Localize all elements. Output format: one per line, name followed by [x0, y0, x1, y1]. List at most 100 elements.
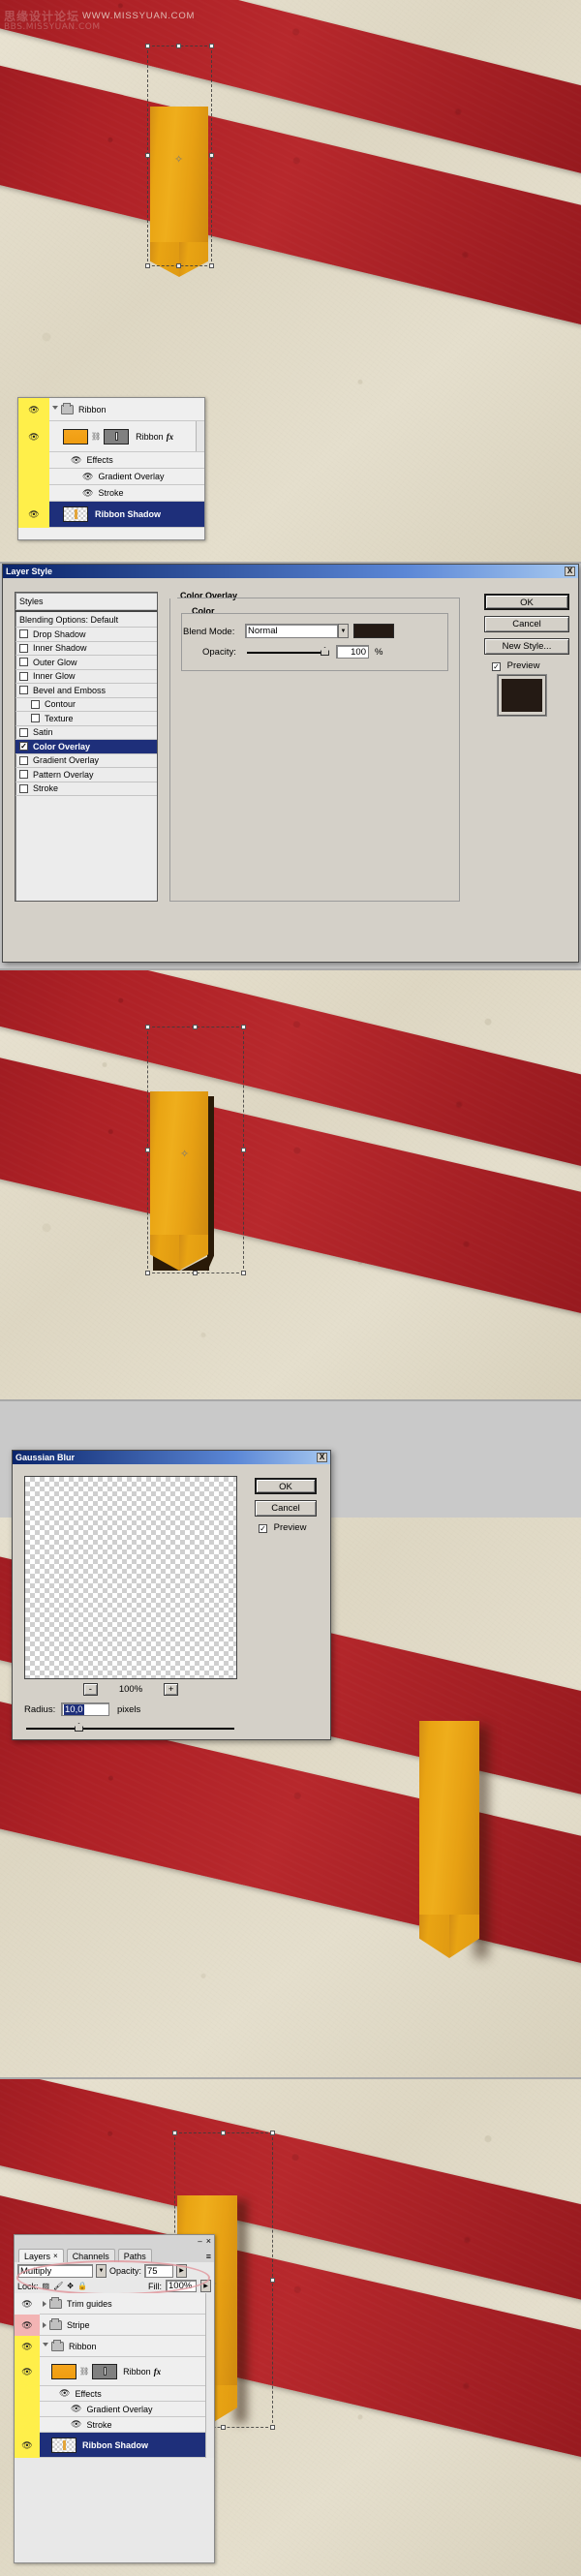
transform-handle[interactable] — [193, 1271, 198, 1275]
chevron-down-icon[interactable] — [52, 406, 58, 413]
tab-layers[interactable]: Layers × — [18, 2249, 64, 2262]
style-item-outer-glow[interactable]: Outer Glow — [15, 656, 157, 670]
checkbox-color-overlay[interactable]: ✓ — [19, 742, 28, 751]
transform-handle[interactable] — [176, 44, 181, 48]
panel-scrollbar[interactable] — [205, 2385, 214, 2402]
transform-handle[interactable] — [270, 2425, 275, 2430]
style-item-satin[interactable]: Satin — [15, 726, 157, 740]
eye-icon[interactable]: 👁 — [82, 472, 93, 482]
transform-handle[interactable] — [172, 2131, 177, 2135]
layer-thumbnail[interactable] — [51, 2437, 76, 2453]
eye-icon[interactable]: 👁 — [71, 455, 81, 466]
gaussian-blur-dialog[interactable]: Gaussian Blur X - 100% + Radius: 10,0 pi… — [12, 1450, 331, 1740]
transform-handle[interactable] — [270, 2278, 275, 2283]
eye-icon[interactable]: 👁 — [59, 2388, 70, 2399]
transform-handle[interactable] — [241, 1025, 246, 1029]
transform-handle[interactable] — [145, 263, 150, 268]
layer-row-ribbon[interactable]: ⛓ Ribbon fx — [49, 421, 204, 452]
color-swatch[interactable] — [353, 624, 394, 638]
layer-row-ribbon-group[interactable]: Ribbon — [40, 2335, 214, 2357]
opacity-slider[interactable] — [247, 647, 329, 656]
transform-handle[interactable] — [145, 44, 150, 48]
layer-visibility-toggle[interactable]: 👁 — [15, 2433, 40, 2458]
layer-visibility-toggle[interactable]: 👁 — [15, 2293, 40, 2315]
checkbox-bevel-emboss[interactable] — [19, 686, 28, 695]
fx-icon[interactable]: fx — [154, 2367, 162, 2377]
transform-handle[interactable] — [221, 2131, 226, 2135]
chevron-right-icon[interactable] — [43, 2321, 46, 2328]
style-item-pattern-overlay[interactable]: Pattern Overlay — [15, 768, 157, 782]
layer-row-ribbon-shadow[interactable]: Ribbon Shadow — [49, 502, 204, 528]
layer-row-gradient-overlay[interactable]: 👁 Gradient Overlay — [40, 2401, 214, 2417]
panel-menu-icon[interactable]: ≡ — [206, 2252, 211, 2261]
new-style-button[interactable]: New Style... — [484, 638, 569, 655]
transform-selection-box[interactable] — [147, 1027, 244, 1273]
panel-scrollbar[interactable] — [205, 2432, 214, 2458]
blending-options-item[interactable]: Blending Options: Default — [15, 610, 157, 628]
layer-thumbnail[interactable] — [51, 2363, 76, 2379]
layer-thumbnail[interactable] — [63, 428, 88, 445]
layer-row-ribbon-group[interactable]: Ribbon — [49, 398, 204, 421]
blur-preview[interactable] — [24, 1476, 237, 1679]
ok-button[interactable]: OK — [484, 594, 569, 610]
checkbox-pattern-overlay[interactable] — [19, 770, 28, 780]
link-icon[interactable]: ⛓ — [79, 2367, 89, 2376]
style-item-contour[interactable]: Contour — [15, 698, 157, 712]
layers-panel[interactable]: 👁 👁 👁 Ribbon ⛓ Ribbon fx 👁 Effects 👁 Gra… — [17, 397, 205, 540]
panel-scrollbar[interactable] — [205, 2401, 214, 2417]
chevron-down-icon[interactable] — [43, 2343, 48, 2349]
close-icon[interactable]: × — [206, 2236, 211, 2246]
checkbox-texture[interactable] — [31, 714, 40, 723]
layer-mask-thumbnail[interactable] — [104, 428, 130, 445]
style-item-color-overlay[interactable]: ✓ Color Overlay — [15, 740, 157, 754]
style-item-gradient-overlay[interactable]: Gradient Overlay — [15, 754, 157, 768]
panel-scrollbar[interactable] — [205, 2416, 214, 2433]
layer-row-stroke[interactable]: 👁 Stroke — [49, 485, 204, 502]
checkbox-outer-glow[interactable] — [19, 658, 28, 667]
slider-knob[interactable] — [75, 1723, 83, 1732]
zoom-in-button[interactable]: + — [164, 1683, 179, 1696]
style-item-bevel-emboss[interactable]: Bevel and Emboss — [15, 684, 157, 698]
cancel-button[interactable]: Cancel — [255, 1500, 317, 1517]
transform-handle[interactable] — [209, 153, 214, 158]
transform-handle[interactable] — [209, 44, 214, 48]
style-item-inner-glow[interactable]: Inner Glow — [15, 670, 157, 684]
chevron-right-icon[interactable] — [43, 2300, 46, 2307]
fx-icon[interactable]: fx — [167, 432, 174, 442]
checkbox-gradient-overlay[interactable] — [19, 755, 28, 765]
layer-visibility-toggle[interactable]: 👁 — [15, 2315, 40, 2336]
layers-panel[interactable]: – × Layers × Channels Paths ≡ Multiply ▼… — [14, 2234, 215, 2563]
style-item-inner-shadow[interactable]: Inner Shadow — [15, 642, 157, 656]
eye-icon[interactable]: 👁 — [71, 2419, 81, 2430]
transform-handle[interactable] — [193, 1025, 198, 1029]
style-item-stroke[interactable]: Stroke — [15, 782, 157, 796]
checkbox-preview[interactable]: ✓ — [259, 1524, 267, 1533]
eye-icon[interactable]: 👁 — [82, 488, 93, 499]
checkbox-drop-shadow[interactable] — [19, 629, 28, 639]
layer-visibility-toggle[interactable]: 👁 — [18, 398, 49, 421]
zoom-out-button[interactable]: - — [82, 1683, 98, 1696]
layer-row-effects[interactable]: 👁 Effects — [40, 2385, 214, 2402]
preview-checkbox-row[interactable]: ✓ Preview — [259, 1522, 306, 1533]
layer-row-gradient-overlay[interactable]: 👁 Gradient Overlay — [49, 469, 204, 485]
checkbox-preview[interactable]: ✓ — [492, 662, 501, 671]
layer-row-stripe[interactable]: Stripe — [40, 2314, 214, 2336]
link-icon[interactable]: ⛓ — [91, 432, 101, 441]
radius-input[interactable]: 10,0 — [61, 1702, 109, 1716]
transform-handle[interactable] — [241, 1148, 246, 1152]
layer-row-stroke[interactable]: 👁 Stroke — [40, 2416, 214, 2433]
preview-checkbox-row[interactable]: ✓ Preview — [492, 660, 539, 671]
chevron-down-icon[interactable]: ▼ — [338, 624, 349, 638]
layer-row-trim-guides[interactable]: Trim guides — [40, 2292, 214, 2315]
checkbox-stroke[interactable] — [19, 783, 28, 793]
checkbox-inner-glow[interactable] — [19, 671, 28, 681]
layer-row-ribbon[interactable]: ⛓ Ribbon fx — [40, 2356, 214, 2386]
transform-handle[interactable] — [145, 153, 150, 158]
layer-visibility-toggle[interactable]: 👁 — [18, 502, 49, 528]
opacity-input[interactable]: 100 — [336, 645, 369, 659]
layer-visibility-toggle[interactable]: 👁 — [15, 2357, 40, 2386]
transform-handle[interactable] — [270, 2131, 275, 2135]
close-icon[interactable]: X — [317, 1453, 327, 1462]
transform-handle[interactable] — [145, 1025, 150, 1029]
layer-style-dialog[interactable]: Layer Style X Styles Blending Options: D… — [2, 564, 579, 963]
